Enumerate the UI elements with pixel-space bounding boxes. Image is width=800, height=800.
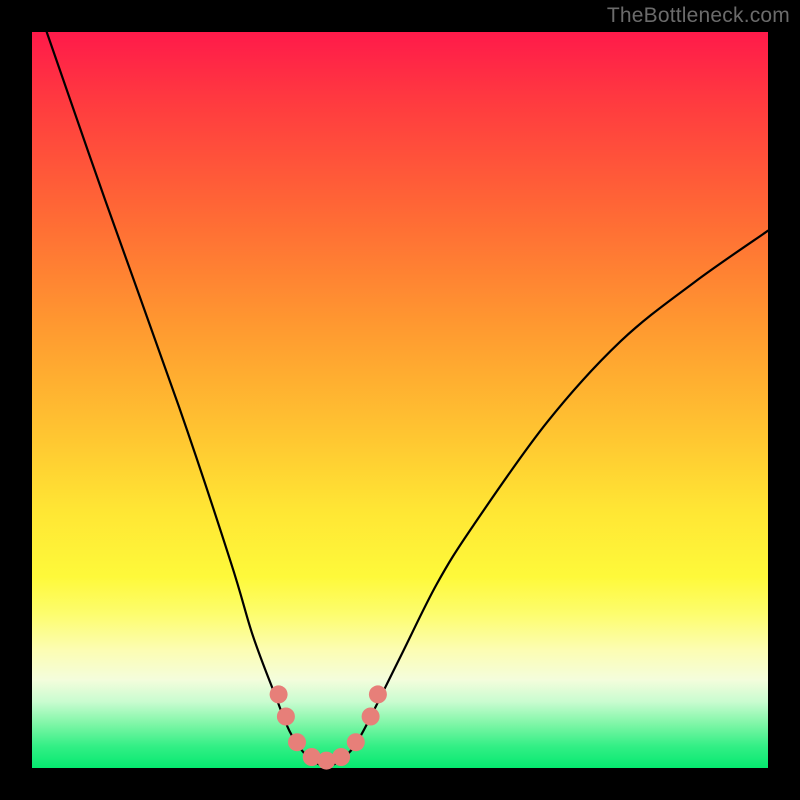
highlight-dot [347,733,365,751]
highlight-dot [288,733,306,751]
curve-svg [32,32,768,768]
plot-area [32,32,768,768]
highlight-dot [362,708,380,726]
bottleneck-curve-path [47,32,768,766]
highlight-dot [369,685,387,703]
chart-frame: TheBottleneck.com [0,0,800,800]
highlight-dot [270,685,288,703]
watermark-text: TheBottleneck.com [607,4,790,28]
highlight-dot [332,748,350,766]
highlight-dot [277,708,295,726]
